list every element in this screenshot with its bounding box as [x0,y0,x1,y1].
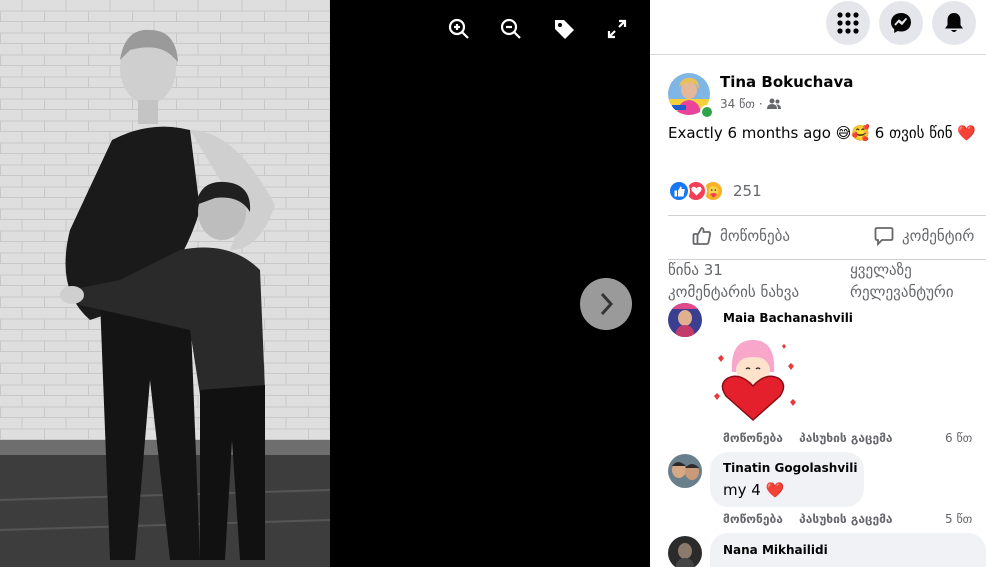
menu-button[interactable] [826,1,870,45]
tag-button[interactable] [548,13,580,45]
comment-avatar[interactable] [668,454,702,488]
notifications-bell-icon [945,13,963,32]
post-meta: 34 წთ · [720,97,781,111]
comment-author[interactable]: Nana Mikhailidi [723,543,828,557]
comment-text: my 4 ❤️ [723,481,785,499]
fullscreen-icon [607,19,627,39]
zoom-in-icon [448,18,469,39]
reactions-summary[interactable]: 251 [668,180,762,202]
zoom-out-button[interactable] [495,13,527,45]
notifications-button[interactable] [932,1,976,45]
post-time[interactable]: 34 წთ [720,97,755,111]
chevron-right-icon [600,292,614,316]
thumbs-up-icon [692,227,712,245]
next-photo-button[interactable] [580,278,632,330]
comment-sort-dropdown[interactable]: ყველაზე რელევანტური [850,259,954,303]
actions-divider [668,215,986,216]
comment-icon [874,227,894,246]
comment-author[interactable]: Tinatin Gogolashvili [723,461,858,475]
like-icon [668,180,690,202]
comment-actions: მოწონება პასუხის გაცემა [723,431,893,445]
fullscreen-button[interactable] [601,13,633,45]
reaction-count: 251 [733,182,762,200]
post-side-panel: Tina Bokuchava 34 წთ · Exactly 6 months … [650,0,986,567]
online-status-dot [700,105,714,119]
tag-icon [555,20,574,39]
comment-like-link[interactable]: მოწონება [723,431,783,445]
comment-time[interactable]: 5 წთ [945,512,972,526]
comment-like-link[interactable]: მოწონება [723,512,783,526]
comment-button[interactable]: კომენტირ [874,226,974,246]
header-divider [650,54,986,55]
comment-button-label: კომენტირ [902,227,975,245]
post-photo[interactable] [0,0,330,567]
like-button[interactable]: მოწონება [692,226,790,246]
comment-reply-link[interactable]: პასუხის გაცემა [799,431,892,445]
view-previous-comments-link[interactable]: წინა 31 კომენტარის ნახვა [668,259,799,303]
comment-avatar[interactable] [668,303,702,337]
comment-avatar[interactable] [668,536,702,567]
post-text: Exactly 6 months ago 😅🥰 6 თვის წინ ❤️ [668,124,976,142]
zoom-out-icon [500,18,521,39]
comment-author[interactable]: Maia Bachanashvili [723,311,853,325]
messenger-button[interactable] [879,1,923,45]
zoom-in-button[interactable] [443,13,475,45]
comment-time[interactable]: 6 წთ [945,431,972,445]
comment-sticker[interactable] [708,336,798,426]
comment-reply-link[interactable]: პასუხის გაცემა [799,512,892,526]
author-name[interactable]: Tina Bokuchava [720,73,853,91]
menu-grid-icon [837,12,859,34]
comment-actions: მოწონება პასუხის გაცემა [723,512,893,526]
photo-viewer [0,0,650,567]
messenger-icon [891,13,911,33]
like-button-label: მოწონება [720,227,791,245]
friends-icon [766,98,781,109]
